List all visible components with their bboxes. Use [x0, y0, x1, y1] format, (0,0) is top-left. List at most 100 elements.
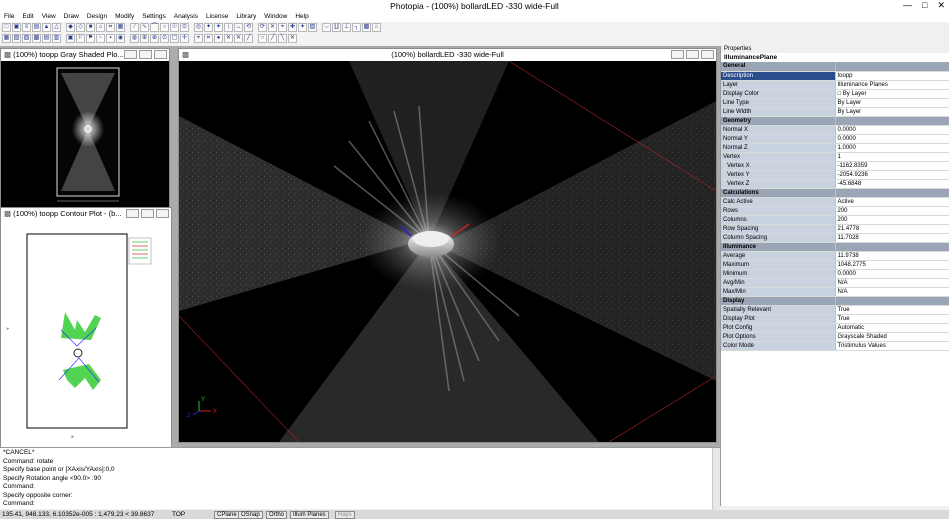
property-row[interactable]: Vertex Y -2054.9236 — [721, 170, 949, 180]
toolbar1-tool-icon[interactable]: ☉ — [170, 23, 179, 32]
toolbar1-tool-icon[interactable]: ▤ — [32, 23, 41, 32]
toolbar1-tool-icon[interactable]: ⌂ — [96, 23, 105, 32]
status-toggle-osnap[interactable]: OSnap — [238, 511, 263, 519]
property-value[interactable]: Grayscale Shaded — [834, 332, 949, 342]
minimize-icon[interactable] — [124, 50, 137, 59]
property-row[interactable]: Vertex Z -45.6848 — [721, 179, 949, 189]
toolbar1-tool-icon[interactable]: ✕ — [268, 23, 277, 32]
menu-design[interactable]: Design — [83, 12, 111, 22]
property-value[interactable]: -1162.8359 — [834, 161, 949, 171]
restore-icon[interactable] — [141, 209, 154, 218]
property-row[interactable]: Rows 200 — [721, 206, 949, 216]
property-row[interactable]: Line Type By Layer — [721, 98, 949, 108]
menu-file[interactable]: File — [0, 12, 18, 22]
property-row[interactable]: Calc Active Active — [721, 197, 949, 207]
toolbar2-tool-icon[interactable]: ✕ — [224, 34, 233, 43]
toolbar2-tool-icon[interactable]: ○ — [258, 34, 267, 43]
property-row[interactable]: Column Spacing 11.7028 — [721, 233, 949, 243]
property-value[interactable]: 11.9738 — [834, 251, 949, 261]
menu-view[interactable]: View — [38, 12, 60, 22]
property-value[interactable]: 200 — [834, 215, 949, 225]
toolbar1-tool-icon[interactable]: ⊙ — [180, 23, 189, 32]
toolbar2-tool-icon[interactable]: ⌗ — [204, 34, 213, 43]
close-icon[interactable] — [156, 209, 169, 218]
toolbar1-tool-icon[interactable]: ↕ — [224, 23, 233, 32]
property-value[interactable]: -2054.9236 — [834, 170, 949, 180]
property-value[interactable]: 0.0000 — [834, 269, 949, 279]
toolbar2-tool-icon[interactable]: ✛ — [180, 34, 189, 43]
property-row[interactable]: Vertex 1 — [721, 152, 949, 162]
toolbar1-tool-icon[interactable]: ∐ — [332, 23, 341, 32]
property-value[interactable]: By Layer — [834, 98, 949, 108]
toolbar2-tool-icon[interactable]: ╲ — [278, 34, 287, 43]
minimize-icon[interactable] — [126, 209, 139, 218]
toolbar2-tool-icon[interactable]: ▨ — [22, 34, 31, 43]
toolbar2-tool-icon[interactable]: ◉ — [116, 34, 125, 43]
property-row[interactable]: Row Spacing 21.4778 — [721, 224, 949, 234]
toolbar2-tool-icon[interactable]: ▫ — [96, 34, 105, 43]
menu-modify[interactable]: Modify — [111, 12, 138, 22]
toolbar2-tool-icon[interactable]: ▤ — [42, 34, 51, 43]
property-value[interactable]: 1048.2775 — [834, 260, 949, 270]
property-value[interactable]: True — [834, 305, 949, 315]
property-row[interactable]: Description toopp — [721, 71, 949, 81]
toolbar1-tool-icon[interactable]: ▩ — [362, 23, 371, 32]
toolbar1-tool-icon[interactable]: ▦ — [116, 23, 125, 32]
property-row[interactable]: Display Color □ By Layer — [721, 89, 949, 99]
property-value[interactable]: 21.4778 — [834, 224, 949, 234]
toolbar1-tool-icon[interactable]: ◎ — [194, 23, 203, 32]
menu-analysis[interactable]: Analysis — [170, 12, 202, 22]
property-value[interactable]: □ By Layer — [834, 89, 949, 99]
property-row[interactable]: Avg/Min N/A — [721, 278, 949, 288]
property-value[interactable]: toopp — [834, 71, 949, 81]
toolbar1-tool-icon[interactable]: ▧ — [308, 23, 317, 32]
toolbar1-tool-icon[interactable]: ⌵ — [322, 23, 331, 32]
property-value[interactable]: 1.0000 — [834, 143, 949, 153]
toolbar1-tool-icon[interactable]: ⟳ — [258, 23, 267, 32]
status-toggle-ortho[interactable]: Ortho — [266, 511, 288, 519]
property-row[interactable]: Average 11.9738 — [721, 251, 949, 261]
toolbar1-tool-icon[interactable]: ⊥ — [342, 23, 351, 32]
toolbar2-tool-icon[interactable]: ✕ — [234, 34, 243, 43]
property-value[interactable]: Active — [834, 197, 949, 207]
property-row[interactable]: Normal Z 1.0000 — [721, 143, 949, 153]
toolbar1-tool-icon[interactable]: ↔ — [234, 23, 243, 32]
property-row[interactable]: Max/Min N/A — [721, 287, 949, 297]
menu-help[interactable]: Help — [291, 12, 312, 22]
toolbar2-tool-icon[interactable]: ⊕ — [140, 34, 149, 43]
property-row[interactable]: Line Width By Layer — [721, 107, 949, 117]
toolbar2-tool-icon[interactable]: ⌖ — [194, 34, 203, 43]
property-row[interactable]: Plot Config Automatic — [721, 323, 949, 333]
property-value[interactable]: N/A — [834, 287, 949, 297]
toolbar2-tool-icon[interactable]: ⊙ — [160, 34, 169, 43]
property-value[interactable]: 0.0000 — [834, 134, 949, 144]
toolbar2-tool-icon[interactable]: ▥ — [52, 34, 61, 43]
toolbar2-tool-icon[interactable]: ▪ — [106, 34, 115, 43]
toolbar1-tool-icon[interactable]: ○ — [160, 23, 169, 32]
close-icon[interactable] — [154, 50, 167, 59]
property-value[interactable]: By Layer — [834, 107, 949, 117]
property-row[interactable]: Color Mode Tristimulus Values — [721, 341, 949, 351]
status-toggle-rays[interactable]: Rays — [335, 511, 355, 519]
minimize-icon[interactable] — [671, 50, 684, 59]
toolbar1-tool-icon[interactable]: ▲ — [42, 23, 51, 32]
toolbar1-tool-icon[interactable]: ⟲ — [244, 23, 253, 32]
toolbar1-tool-icon[interactable]: ≡ — [22, 23, 31, 32]
property-row[interactable]: Columns 200 — [721, 215, 949, 225]
restore-icon[interactable] — [139, 50, 152, 59]
property-row[interactable]: Normal X 0.0000 — [721, 125, 949, 135]
menu-library[interactable]: Library — [232, 12, 260, 22]
toolbar1-tool-icon[interactable]: ✦ — [298, 23, 307, 32]
toolbar2-tool-icon[interactable]: ▧ — [12, 34, 21, 43]
property-value[interactable]: 200 — [834, 206, 949, 216]
command-scrollbar[interactable] — [712, 448, 720, 510]
property-row[interactable]: Display Plot True — [721, 314, 949, 324]
toolbar2-tool-icon[interactable]: ⚐ — [76, 34, 85, 43]
restore-icon[interactable] — [686, 50, 699, 59]
toolbar1-tool-icon[interactable]: ∕ — [130, 23, 139, 32]
toolbar2-tool-icon[interactable]: ╱ — [268, 34, 277, 43]
property-value[interactable]: True — [834, 314, 949, 324]
property-value[interactable]: Illuminance Planes — [834, 80, 949, 90]
toolbar2-tool-icon[interactable]: ◍ — [130, 34, 139, 43]
property-row[interactable]: Layer Illuminance Planes — [721, 80, 949, 90]
